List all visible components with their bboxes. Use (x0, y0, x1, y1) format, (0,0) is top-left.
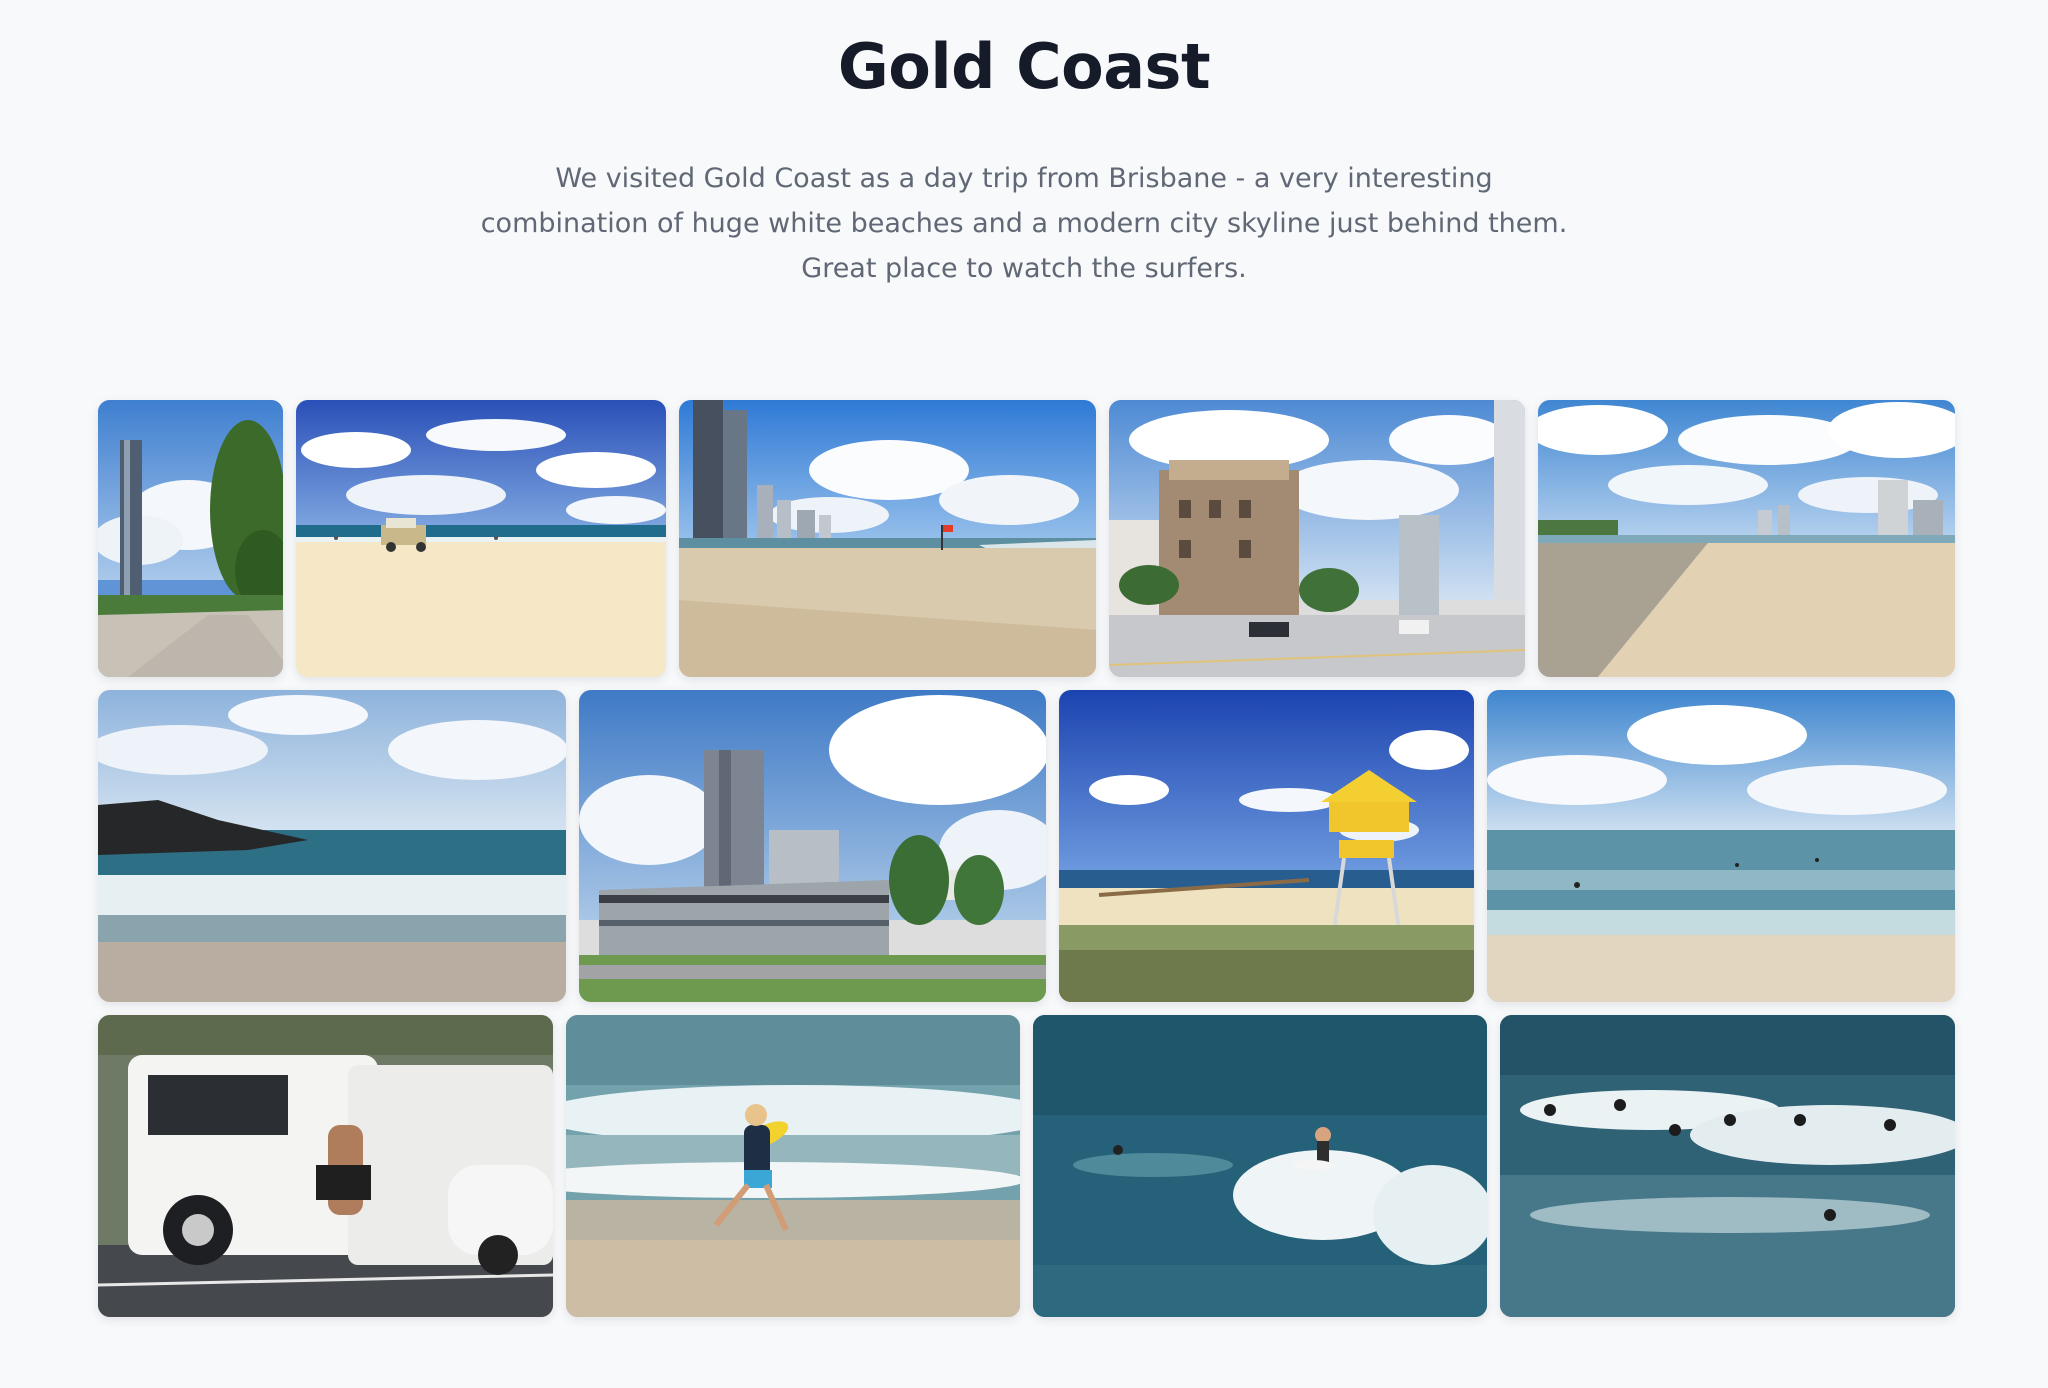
gallery-photo-6[interactable] (98, 690, 566, 1002)
gallery-page: Gold Coast We visited Gold Coast as a da… (0, 0, 2048, 1388)
gallery-photo-3[interactable] (679, 400, 1096, 677)
gallery-photo-9[interactable] (1487, 690, 1955, 1002)
gallery-photo-11[interactable] (566, 1015, 1020, 1317)
gallery-photo-13[interactable] (1500, 1015, 1955, 1317)
gallery-photo-4[interactable] (1109, 400, 1525, 677)
gallery-photo-10[interactable] (98, 1015, 553, 1317)
gallery-photo-8[interactable] (1059, 690, 1474, 1002)
gallery-photo-1[interactable] (98, 400, 283, 677)
gallery-photo-12[interactable] (1033, 1015, 1487, 1317)
gallery-photo-5[interactable] (1538, 400, 1955, 677)
gallery-photo-7[interactable] (579, 690, 1046, 1002)
page-title: Gold Coast (837, 30, 1211, 103)
page-description: We visited Gold Coast as a day trip from… (480, 163, 1568, 284)
gallery-photo-2[interactable] (296, 400, 666, 677)
